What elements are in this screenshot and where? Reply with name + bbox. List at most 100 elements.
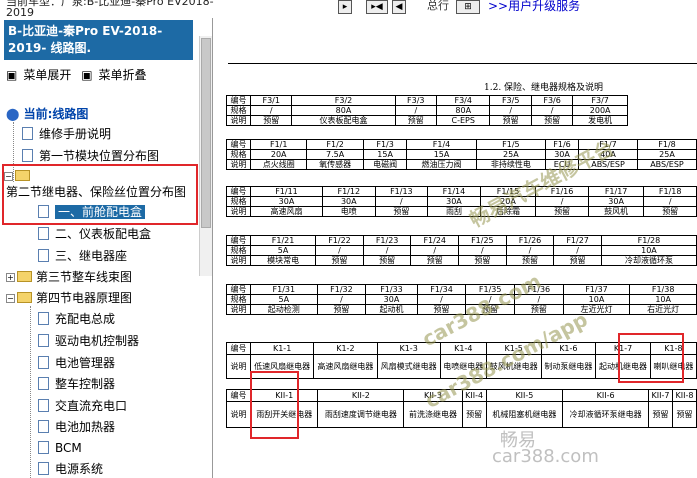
- tree-item-charge-port[interactable]: 交直流充电口: [38, 396, 127, 416]
- row-label: 编号: [226, 235, 251, 246]
- tree-item-manual[interactable]: 维修手册说明: [22, 124, 111, 144]
- tree-item-charger[interactable]: 充配电总成: [38, 309, 115, 329]
- fuse-id: F1/13: [374, 186, 429, 197]
- fuse-desc: 预留: [249, 115, 293, 126]
- fuse-desc: 预留: [514, 304, 564, 315]
- fuse-spec: 15A: [362, 149, 408, 160]
- row-label: 编号: [226, 284, 251, 295]
- fuse-id: F1/18: [643, 186, 697, 197]
- toolbar-icon-button[interactable]: ⊞: [456, 0, 480, 14]
- fuse-spec: /: [374, 196, 429, 207]
- tree-item-label: 二、仪表板配电盒: [55, 227, 152, 241]
- tree-folder-schematic[interactable]: − 第四节电器原理图: [6, 288, 132, 308]
- tree-item-motor-controller[interactable]: 驱动电机控制器: [38, 331, 139, 351]
- tree-item-relay-seat[interactable]: 三、继电器座: [38, 246, 127, 266]
- fuse-desc: 预留: [394, 115, 438, 126]
- highlight-box: [2, 164, 198, 225]
- fuse-desc: 点火线圈: [249, 159, 308, 170]
- fuse-spec: 25A: [475, 149, 547, 160]
- fuse-id: F1/25: [458, 235, 507, 246]
- fuse-spec: 200A: [572, 105, 628, 116]
- fuse-desc: C-EPS: [435, 115, 491, 126]
- tree-item-label: 整车控制器: [55, 377, 116, 391]
- relay-id: KII-6: [562, 389, 650, 402]
- fuse-id: F1/24: [410, 235, 460, 246]
- fuse-id: F3/3: [394, 95, 438, 106]
- fuse-id: F3/2: [291, 95, 396, 106]
- fuse-id: F1/8: [636, 139, 697, 150]
- row-label: 规格: [226, 105, 251, 116]
- scrollbar-thumb[interactable]: [201, 38, 211, 228]
- fuse-desc: 右近光灯: [629, 304, 697, 315]
- relay-desc: 高速风扇继电器: [313, 354, 378, 379]
- nav-prev-button[interactable]: ◀: [392, 0, 406, 14]
- fuse-desc: 预留: [410, 255, 460, 266]
- menu-collapse-button[interactable]: 菜单折叠: [99, 68, 147, 82]
- fuse-spec: /: [458, 245, 507, 256]
- fuse-id: F1/21: [249, 235, 317, 246]
- tree-item-label: 交直流充电口: [55, 399, 128, 413]
- tree-item-label: 电池加热器: [55, 420, 116, 434]
- fuse-id: F3/7: [572, 95, 628, 106]
- relay-id: KII-5: [485, 389, 564, 402]
- highlight-box: [250, 371, 299, 439]
- nav-next-button[interactable]: ▸: [338, 0, 352, 14]
- fuse-id: F1/31: [250, 284, 318, 295]
- menu-expand-button[interactable]: 菜单展开: [23, 68, 71, 82]
- tree-item-vcu[interactable]: 整车控制器: [38, 374, 115, 394]
- row-label: 编号: [226, 139, 251, 150]
- fuse-desc: 预留: [505, 255, 555, 266]
- upgrade-service-link[interactable]: >>用户升级服务: [488, 0, 580, 14]
- fuse-id: F1/11: [250, 186, 323, 197]
- relay-id: K1-1: [249, 342, 315, 355]
- fuse-spec: 30A: [321, 196, 376, 207]
- fuse-spec: 80A: [435, 105, 491, 116]
- relay-desc: 预留: [461, 401, 487, 428]
- tree-item-label: 维修手册说明: [39, 127, 112, 141]
- relay-id: K1-2: [313, 342, 378, 355]
- left-scrollbar[interactable]: [199, 36, 212, 276]
- tree-item-bcm[interactable]: BCM: [38, 438, 82, 458]
- fuse-desc: 电磁阀: [362, 159, 408, 170]
- fuse-id: F1/4: [406, 139, 477, 150]
- document-icon: [22, 149, 33, 162]
- relay-id: KII-7: [648, 389, 673, 402]
- expand-icon: ▣: [6, 68, 18, 82]
- tree-current[interactable]: ⬤ 当前:线路图: [6, 104, 88, 124]
- row-label: 编号: [226, 95, 251, 106]
- fuse-id: F1/26: [505, 235, 555, 246]
- fuse-id: F1/38: [629, 284, 697, 295]
- document-icon: [38, 420, 49, 433]
- fuse-desc: 起动机: [365, 304, 418, 315]
- top-toolbar: 当前车型：广泉:B-比亚迪-秦Pro EV2018- 2019 ▸ ▸◀ ◀ 总…: [0, 0, 697, 18]
- row-label: 规格: [226, 196, 251, 207]
- fuse-spec: 30A: [587, 196, 645, 207]
- tree-item-module-location[interactable]: 第一节模块位置分布图: [22, 146, 159, 166]
- fuse-desc: 预留: [530, 115, 574, 126]
- fuse-desc: 发电机: [572, 115, 628, 126]
- fuse-table-f1-1: 编号 F1/1 F1/2 F1/3 F1/4 F1/5 F1/6 F1/7 F1/8 规格 2…: [226, 139, 697, 170]
- fuse-spec: 10A: [600, 245, 697, 256]
- fuse-desc: 预留: [553, 255, 602, 266]
- tree-item-battery-heater[interactable]: 电池加热器: [38, 417, 115, 437]
- tree-item-bms[interactable]: 电池管理器: [38, 353, 115, 373]
- relay-id: K1-4: [439, 342, 487, 355]
- relay-desc: 雨刮速度调节继电器: [317, 401, 405, 428]
- fuse-spec: /: [362, 245, 412, 256]
- tree-item-label: 第三节整车线束图: [36, 270, 133, 284]
- tree-item-power[interactable]: 电源系统: [38, 459, 103, 478]
- fuse-id: F1/22: [315, 235, 364, 246]
- tree-folder-harness[interactable]: + 第三节整车线束图: [6, 267, 132, 287]
- fuse-desc: 高速风扇: [250, 206, 323, 217]
- fuse-id: F3/4: [435, 95, 491, 106]
- relay-id: KII-2: [317, 389, 405, 402]
- document-icon: [38, 462, 49, 475]
- tree-item-dash-box[interactable]: 二、仪表板配电盒: [38, 224, 151, 244]
- nav-last-button[interactable]: ▸◀: [366, 0, 388, 14]
- tree-item-label: 充配电总成: [55, 312, 116, 326]
- fuse-id: F1/33: [365, 284, 418, 295]
- fuse-desc: 燃油压力阀: [406, 159, 477, 170]
- highlight-box: [618, 333, 684, 383]
- fuse-desc: 冷却液循环泵: [600, 255, 697, 266]
- document-icon: [38, 227, 49, 240]
